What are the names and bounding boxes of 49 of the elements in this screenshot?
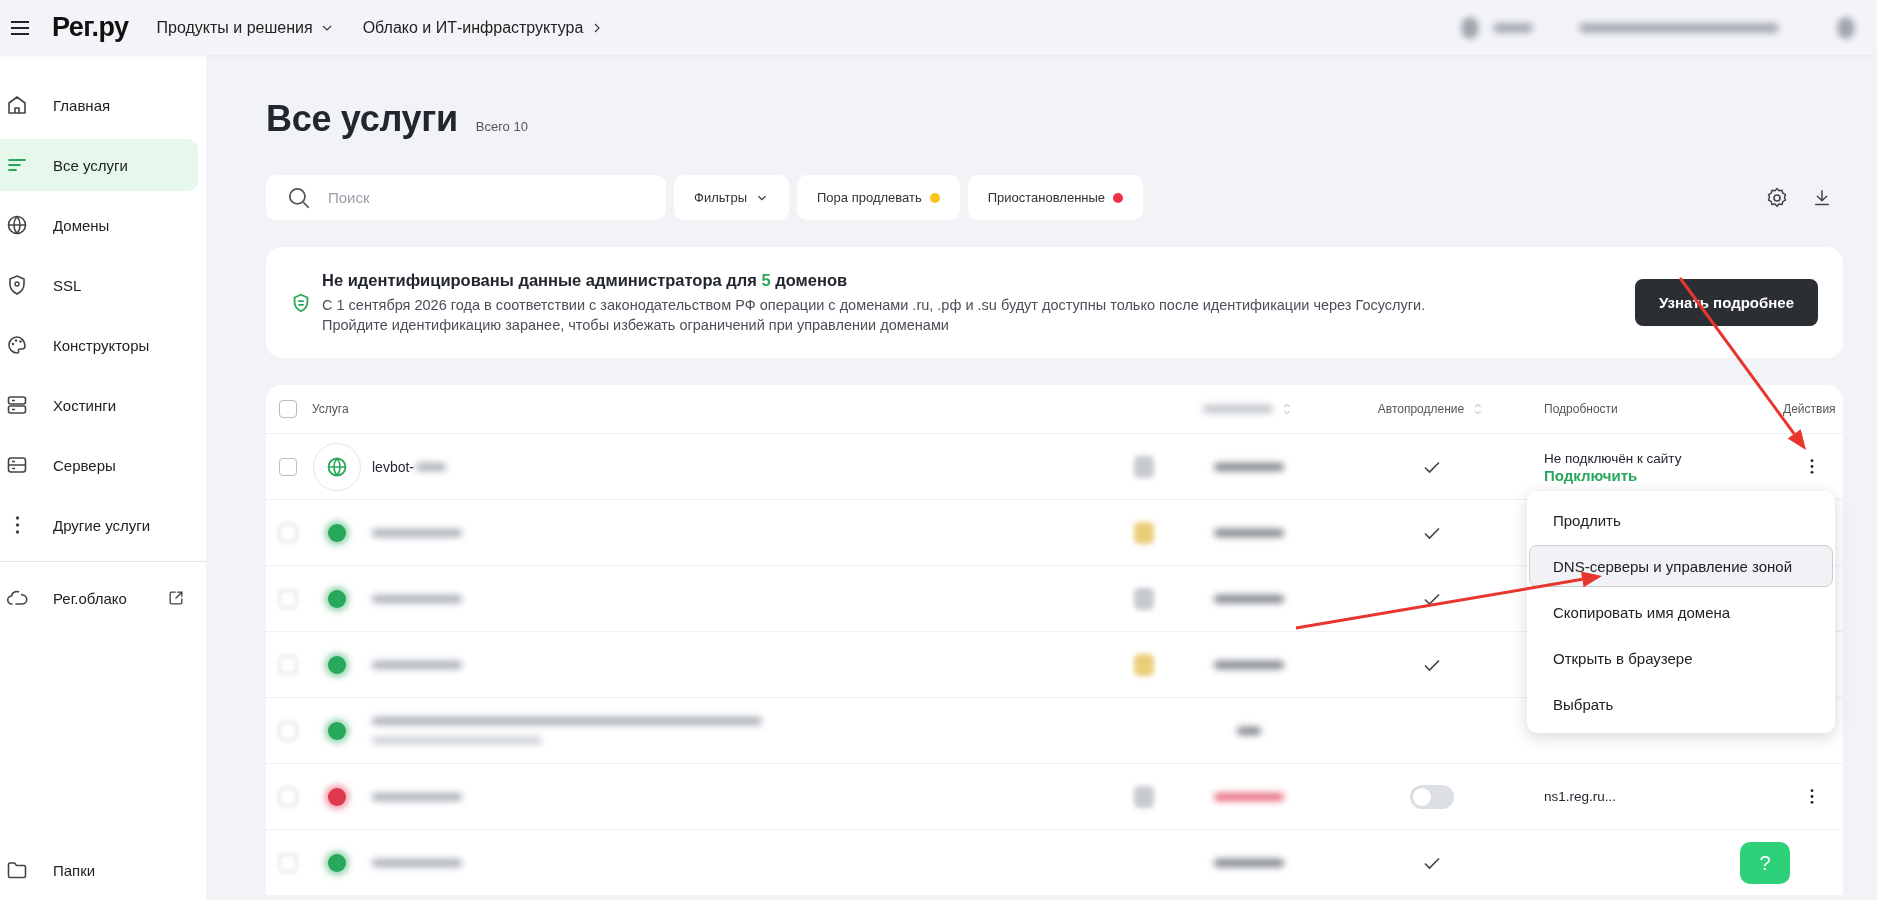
blurred-text	[416, 462, 447, 471]
sidebar-item[interactable]: Главная	[0, 79, 198, 131]
select-all-checkbox[interactable]	[279, 400, 297, 418]
column-header: Подробности	[1544, 401, 1618, 416]
logo[interactable]: Рег.ру	[52, 12, 129, 43]
sidebar-item[interactable]: Папки	[0, 844, 198, 896]
sidebar-item[interactable]: Рег.облако	[0, 572, 198, 624]
notice-text: Пройдите идентификацию заранее, чтобы избежать ограничений при управлении доменами	[322, 315, 950, 335]
service-count: Всего 10	[475, 119, 528, 134]
globe-icon	[5, 213, 29, 237]
notice-title: Не идентифицированы данные администратора для 5 доменов	[322, 270, 849, 290]
sidebar-item[interactable]: Домены	[0, 199, 198, 251]
sidebar-item[interactable]: Конструкторы	[0, 319, 198, 371]
palette-icon	[5, 333, 29, 357]
more-actions-icon[interactable]	[1809, 789, 1814, 804]
sidebar-item[interactable]: Серверы	[0, 439, 198, 491]
page-title: Все услуги	[266, 98, 458, 140]
detail-text: Не подключён к сайту	[1544, 449, 1683, 467]
settings-icon[interactable]	[1765, 185, 1789, 210]
row-checkbox[interactable]	[279, 457, 297, 476]
menu-item[interactable]: Выбрать	[1529, 683, 1833, 725]
column-header: Действия	[1783, 402, 1836, 416]
filter-chip[interactable]: Пора продлевать	[797, 175, 960, 220]
search-icon	[286, 185, 312, 211]
nav-link[interactable]: Продукты и решения	[156, 18, 335, 37]
nav-link[interactable]: Облако и ИТ-инфраструктура	[362, 18, 606, 37]
blurred-text	[1203, 405, 1273, 413]
service-name[interactable]: levbot-	[372, 458, 415, 475]
dots-icon	[14, 516, 20, 534]
more-actions-icon[interactable]	[1809, 459, 1814, 474]
search-field[interactable]: Поиск	[266, 175, 666, 220]
notice-text: С 1 сентября 2026 года в соответствии с законодательством РФ операции с доменами .ru, .рф и .su будут доступны только после идентификации через Госуслуги.	[322, 295, 1427, 315]
menu-item[interactable]: Открыть в браузере	[1529, 637, 1833, 679]
server-stack-icon	[5, 393, 29, 417]
column-header: Автопродление	[1377, 402, 1465, 416]
sidebar-item[interactable]: SSL	[0, 259, 198, 311]
filter-chip[interactable]: Приостановленные	[967, 175, 1144, 220]
menu-item[interactable]: Скопировать имя домена	[1529, 591, 1833, 633]
menu-item[interactable]: DNS-серверы и управление зоной	[1529, 545, 1833, 587]
sidebar-item[interactable]: Другие услуги	[0, 499, 198, 551]
filters-button[interactable]: Фильтры	[674, 175, 789, 220]
autorenew-toggle[interactable]	[1410, 784, 1454, 809]
home-icon	[5, 93, 29, 117]
detail-text: ns1.reg.ru...	[1544, 788, 1618, 805]
sidebar-item[interactable]: Все услуги	[0, 139, 198, 191]
column-header: Услуга	[312, 402, 349, 416]
sidebar-item[interactable]: Хостинги	[0, 379, 198, 431]
blurred-text	[1493, 22, 1533, 33]
menu-item[interactable]: Продлить	[1529, 499, 1833, 541]
